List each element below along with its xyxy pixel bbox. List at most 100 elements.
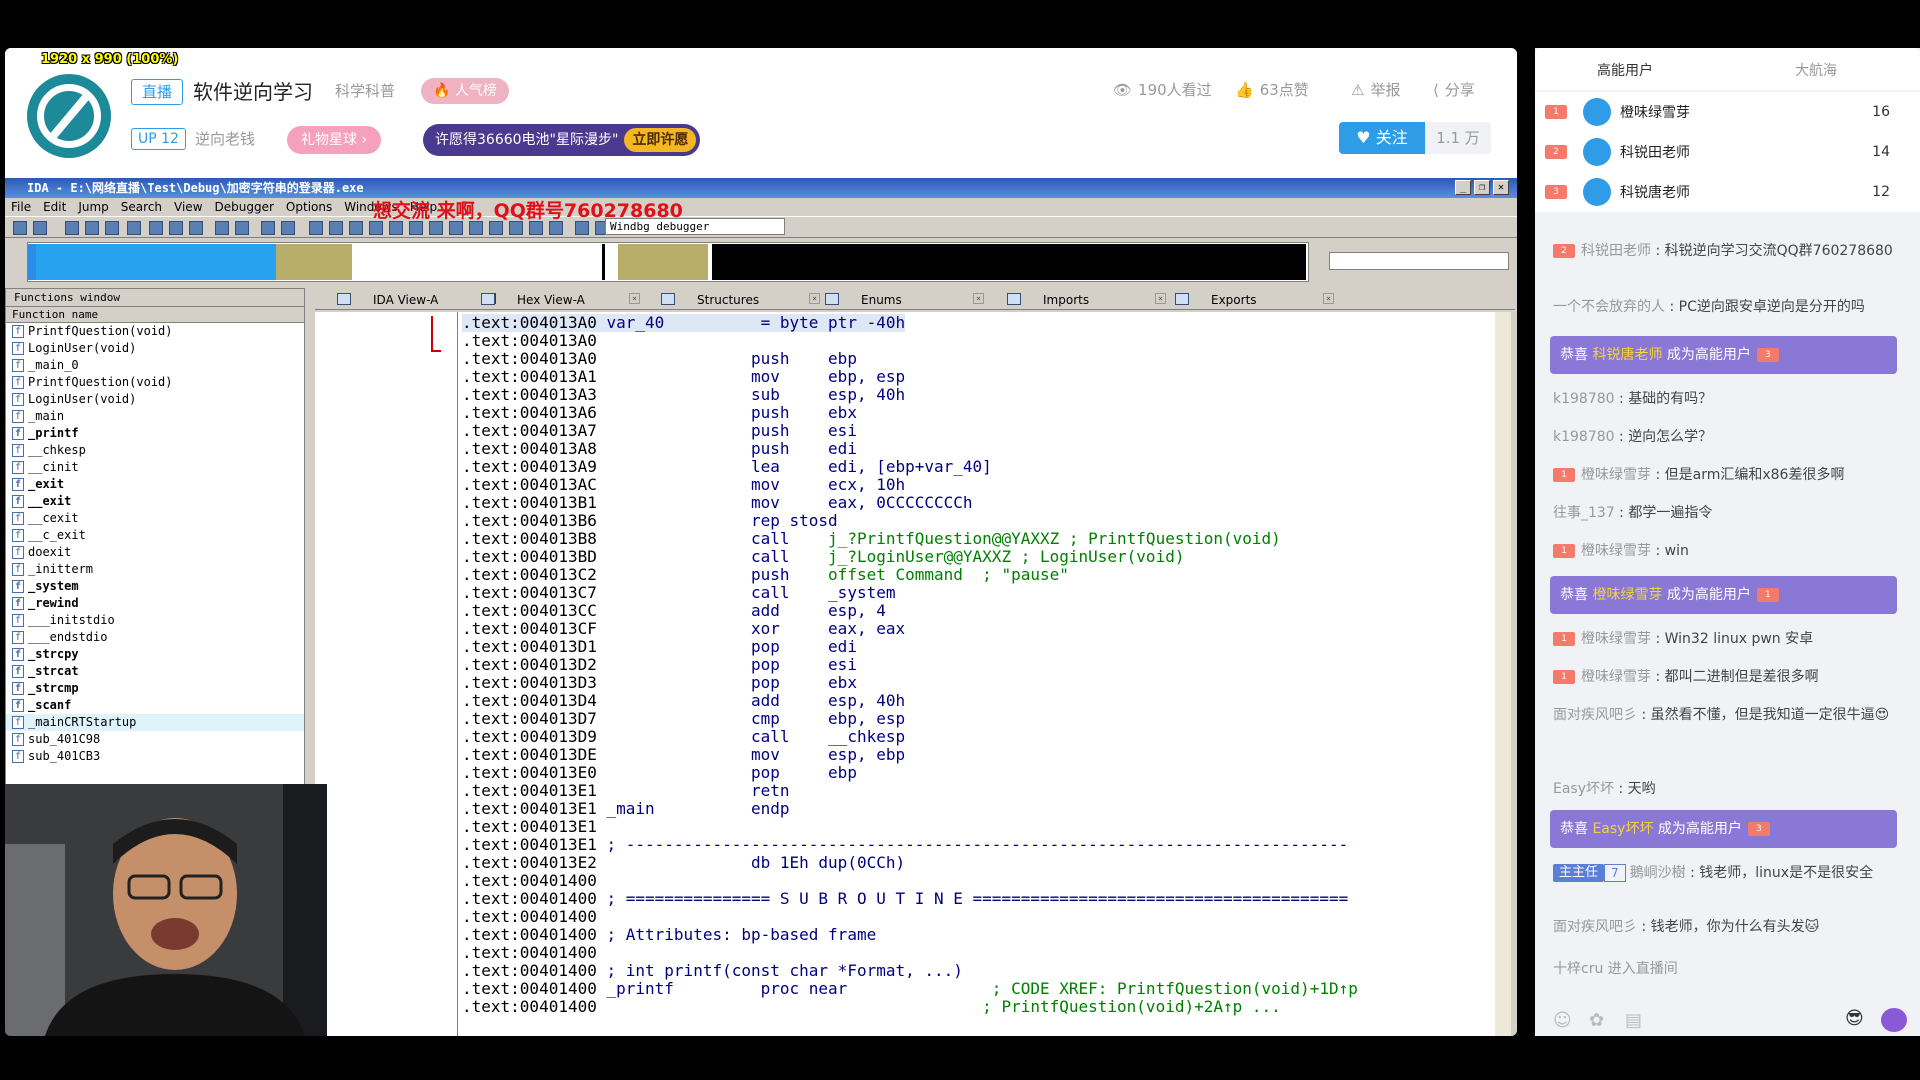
toolbar-button[interactable] xyxy=(149,221,163,235)
view-tab[interactable]: Exports xyxy=(1211,290,1257,310)
minimize-button[interactable]: _ xyxy=(1455,180,1471,195)
sunglasses-icon[interactable]: 😎 xyxy=(1845,1008,1864,1029)
code-line[interactable]: .text:004013B6 rep stosd xyxy=(462,512,838,530)
menu-item[interactable]: Edit xyxy=(43,200,66,214)
code-line[interactable]: .text:004013E1 _main endp xyxy=(462,800,790,818)
report-button[interactable]: ⚠ 举报 xyxy=(1351,79,1400,100)
code-line[interactable]: .text:004013AC mov ecx, 10h xyxy=(462,476,905,494)
menu-item[interactable]: Search xyxy=(121,200,162,214)
toolbar-button[interactable] xyxy=(235,221,249,235)
close-button[interactable]: ✕ xyxy=(1493,180,1509,195)
chat-username[interactable]: Easy坏坏 xyxy=(1553,781,1614,797)
like-button[interactable]: 👍 63点赞 xyxy=(1235,79,1309,100)
follow-button[interactable]: ♥ 关注 xyxy=(1339,122,1425,154)
code-line[interactable]: .text:004013A1 mov ebp, esp xyxy=(462,368,905,386)
code-line[interactable]: .text:004013A0 var_40 = byte ptr -40h xyxy=(462,314,906,332)
code-line[interactable]: .text:004013DE mov esp, ebp xyxy=(462,746,905,764)
menu-item[interactable]: Debugger xyxy=(215,200,274,214)
view-tab[interactable]: Enums xyxy=(861,290,902,310)
nav-combo[interactable] xyxy=(1329,252,1509,270)
restore-button[interactable]: ❐ xyxy=(1474,180,1490,195)
code-line[interactable]: .text:00401400 ; PrintfQuestion(void)+2A… xyxy=(462,998,1281,1016)
function-item[interactable]: f __cexit xyxy=(6,510,304,527)
chat-bubble-icon[interactable] xyxy=(1881,1008,1907,1032)
code-line[interactable]: .text:004013B8 call j_?PrintfQuestion@@Y… xyxy=(462,530,1281,548)
toolbar-button[interactable] xyxy=(13,221,27,235)
navigation-band[interactable] xyxy=(27,242,1309,282)
streamer-avatar[interactable] xyxy=(27,74,111,158)
code-line[interactable]: .text:00401400 ; Attributes: bp-based fr… xyxy=(462,926,876,944)
tab-close-icon[interactable]: × xyxy=(973,293,984,304)
chat-username[interactable]: 橙味绿雪芽 xyxy=(1581,669,1651,685)
function-item[interactable]: f _mainCRTStartup xyxy=(6,714,304,731)
view-tab[interactable]: Imports xyxy=(1043,290,1089,310)
toolbar-button[interactable] xyxy=(529,221,543,235)
function-item[interactable]: f _initterm xyxy=(6,561,304,578)
function-item[interactable]: f _system xyxy=(6,578,304,595)
chat-username[interactable]: 科锐田老师 xyxy=(1581,243,1651,259)
congrats-user[interactable]: 科锐唐老师 xyxy=(1592,347,1662,363)
code-line[interactable]: .text:004013CF xor eax, eax xyxy=(462,620,905,638)
toolbar-button[interactable] xyxy=(369,221,383,235)
congrats-user[interactable]: Easy坏坏 xyxy=(1592,821,1653,837)
ranking-row[interactable]: 1 橙味绿雪芽 16 xyxy=(1535,92,1920,132)
toolbar-button[interactable] xyxy=(65,221,79,235)
room-category[interactable]: 科学科普 xyxy=(335,80,395,101)
chat-username[interactable]: 一个不会放弃的人 xyxy=(1553,299,1665,315)
gift-icon[interactable]: ✿ xyxy=(1589,1010,1604,1031)
gift-planet-button[interactable]: 礼物星球 › xyxy=(287,126,382,154)
code-line[interactable]: .text:004013B1 mov eax, 0CCCCCCCCh xyxy=(462,494,973,512)
view-tab[interactable]: Structures xyxy=(697,290,759,310)
ranking-row[interactable]: 2 科锐田老师 14 xyxy=(1535,132,1920,172)
congrats-user[interactable]: 橙味绿雪芽 xyxy=(1592,587,1662,603)
toolbar-button[interactable] xyxy=(105,221,119,235)
code-line[interactable]: .text:00401400 xyxy=(462,872,597,890)
code-line[interactable]: .text:004013A9 lea edi, [ebp+var_40] xyxy=(462,458,992,476)
function-item[interactable]: f _strcat xyxy=(6,663,304,680)
toolbar-button[interactable] xyxy=(469,221,483,235)
function-item[interactable]: f PrintfQuestion(void) xyxy=(6,374,304,391)
chat-username[interactable]: 往事_137 xyxy=(1553,505,1615,521)
code-line[interactable]: .text:004013CC add esp, 4 xyxy=(462,602,886,620)
toolbar-button[interactable] xyxy=(509,221,523,235)
toolbar-button[interactable] xyxy=(575,221,589,235)
code-line[interactable]: .text:004013BD call j_?LoginUser@@YAXXZ … xyxy=(462,548,1184,566)
code-line[interactable]: .text:004013A7 push esi xyxy=(462,422,857,440)
tab-high-energy[interactable]: 高能用户 xyxy=(1597,60,1653,80)
function-name-column[interactable]: Function name xyxy=(6,307,304,323)
ranking-row[interactable]: 3 科锐唐老师 12 xyxy=(1535,172,1920,212)
function-item[interactable]: f __c_exit xyxy=(6,527,304,544)
code-line[interactable]: .text:00401400 _printf proc near ; CODE … xyxy=(462,980,1358,998)
toolbar-button[interactable] xyxy=(281,221,295,235)
disassembly-scrollbar[interactable] xyxy=(1495,312,1511,1036)
function-item[interactable]: f __cinit xyxy=(6,459,304,476)
code-line[interactable]: .text:00401400 ; =============== S U B R… xyxy=(462,890,1348,908)
wish-banner[interactable]: 许愿得36660电池"星际漫步" 立即许愿 xyxy=(423,124,701,156)
code-line[interactable]: .text:004013D9 call __chkesp xyxy=(462,728,905,746)
share-button[interactable]: ⟨ 分享 xyxy=(1433,79,1475,100)
menu-item[interactable]: View xyxy=(174,200,202,214)
toolbar-button[interactable] xyxy=(215,221,229,235)
code-line[interactable]: .text:004013D3 pop ebx xyxy=(462,674,857,692)
code-line[interactable]: .text:004013A8 push edi xyxy=(462,440,857,458)
function-item[interactable]: f sub_401CB3 xyxy=(6,748,304,765)
menu-item[interactable]: Jump xyxy=(78,200,108,214)
code-line[interactable]: .text:004013E1 retn xyxy=(462,782,790,800)
code-line[interactable]: .text:004013E0 pop ebp xyxy=(462,764,857,782)
function-item[interactable]: f _strcmp xyxy=(6,680,304,697)
toolbar-button[interactable] xyxy=(389,221,403,235)
tab-close-icon[interactable]: × xyxy=(629,293,640,304)
toolbar-button[interactable] xyxy=(409,221,423,235)
code-line[interactable]: .text:004013C7 call _system xyxy=(462,584,895,602)
code-line[interactable]: .text:004013D2 pop esi xyxy=(462,656,857,674)
code-line[interactable]: .text:004013D1 pop edi xyxy=(462,638,857,656)
menu-item[interactable]: Options xyxy=(286,200,332,214)
code-line[interactable]: .text:004013A0 xyxy=(462,332,597,350)
toolbar-button[interactable] xyxy=(549,221,563,235)
code-line[interactable]: .text:004013D7 cmp ebp, esp xyxy=(462,710,905,728)
chat-username[interactable]: k198780 xyxy=(1553,429,1615,445)
up-name[interactable]: 逆向老钱 xyxy=(195,128,255,149)
function-item[interactable]: f ___initstdio xyxy=(6,612,304,629)
chat-username[interactable]: 橙味绿雪芽 xyxy=(1581,467,1651,483)
chat-username[interactable]: 橙味绿雪芽 xyxy=(1581,631,1651,647)
